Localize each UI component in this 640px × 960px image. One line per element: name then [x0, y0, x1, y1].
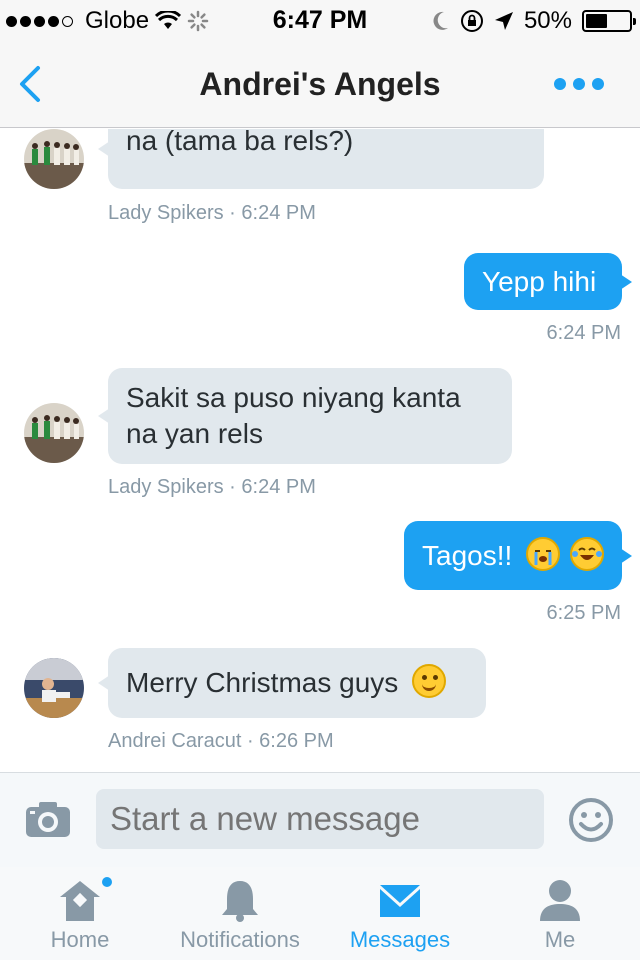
message-text: Merry Christmas guys	[126, 667, 399, 698]
smiling-face-emoji-icon	[412, 664, 447, 698]
rotation-lock-icon	[460, 10, 483, 32]
tears-of-joy-emoji-icon	[569, 537, 604, 571]
message-text-line: na yan rels	[126, 418, 263, 449]
tab-label: Notifications	[180, 927, 300, 952]
team-photo-avatar	[24, 129, 84, 189]
bell-icon	[222, 881, 258, 922]
tab-label: Messages	[349, 927, 451, 952]
message-composer	[0, 772, 640, 867]
avatar[interactable]	[24, 403, 84, 463]
tab-label: Home	[50, 927, 110, 952]
smiley-face-icon	[569, 798, 613, 842]
avatar[interactable]	[24, 129, 84, 189]
tab-me[interactable]: Me	[480, 867, 640, 960]
navigation-bar: Andrei's Angels	[0, 40, 640, 128]
incoming-message-bubble[interactable]: Merry Christmas guys	[98, 648, 486, 718]
team-photo-avatar	[24, 403, 84, 463]
message-text-line: na (tama ba rels?)	[126, 129, 354, 156]
tab-notifications[interactable]: Notifications	[160, 867, 320, 960]
outgoing-message-bubble[interactable]: Yepp hihi	[464, 253, 632, 310]
home-icon	[60, 881, 100, 921]
ellipsis-icon	[554, 78, 566, 90]
camera-icon	[26, 802, 70, 837]
camera-button[interactable]	[24, 799, 72, 839]
message-text: Yepp hihi	[482, 266, 597, 297]
status-bar: Globe 6:47 PM 50%	[0, 0, 640, 40]
message-input[interactable]	[96, 789, 544, 849]
battery-icon	[582, 10, 636, 32]
location-arrow-icon	[494, 12, 513, 30]
message-timestamp: 6:24 PM	[546, 322, 621, 344]
tab-label: Me	[544, 927, 576, 952]
conversation-title: Andrei's Angels	[199, 66, 441, 102]
envelope-icon	[380, 885, 420, 917]
tab-messages[interactable]: Messages	[320, 867, 480, 960]
status-icons: 50%	[432, 7, 636, 35]
incoming-message-bubble[interactable]: na (tama ba rels?)	[98, 129, 544, 189]
more-options-button[interactable]	[554, 78, 604, 90]
emoji-picker-button[interactable]	[568, 797, 614, 843]
message-text: Tagos!!	[422, 540, 513, 571]
message-timestamp: 6:25 PM	[546, 602, 621, 624]
player-photo-avatar	[24, 658, 84, 718]
person-icon	[540, 880, 580, 921]
message-meta: Andrei Caracut · 6:26 PM	[108, 730, 334, 752]
crying-face-emoji-icon	[526, 537, 561, 571]
message-text-line: Sakit sa puso niyang kanta	[126, 382, 461, 413]
moon-icon	[433, 11, 448, 30]
message-thread[interactable]: na (tama ba rels?) Lady Spikers · 6:24 P…	[0, 129, 640, 772]
new-activity-dot	[102, 877, 112, 887]
message-meta: Lady Spikers · 6:24 PM	[108, 476, 316, 498]
incoming-message-bubble[interactable]: Sakit sa puso niyang kanta na yan rels	[98, 368, 512, 464]
message-meta: Lady Spikers · 6:24 PM	[108, 202, 316, 224]
tab-home[interactable]: Home	[0, 867, 160, 960]
outgoing-message-bubble[interactable]: Tagos!!	[404, 521, 632, 590]
tab-bar: Home Notifications Messages Me	[0, 867, 640, 960]
avatar[interactable]	[24, 658, 84, 718]
battery-percentage: 50%	[523, 7, 572, 34]
message-text: na (tama ba rels?)	[126, 129, 526, 159]
